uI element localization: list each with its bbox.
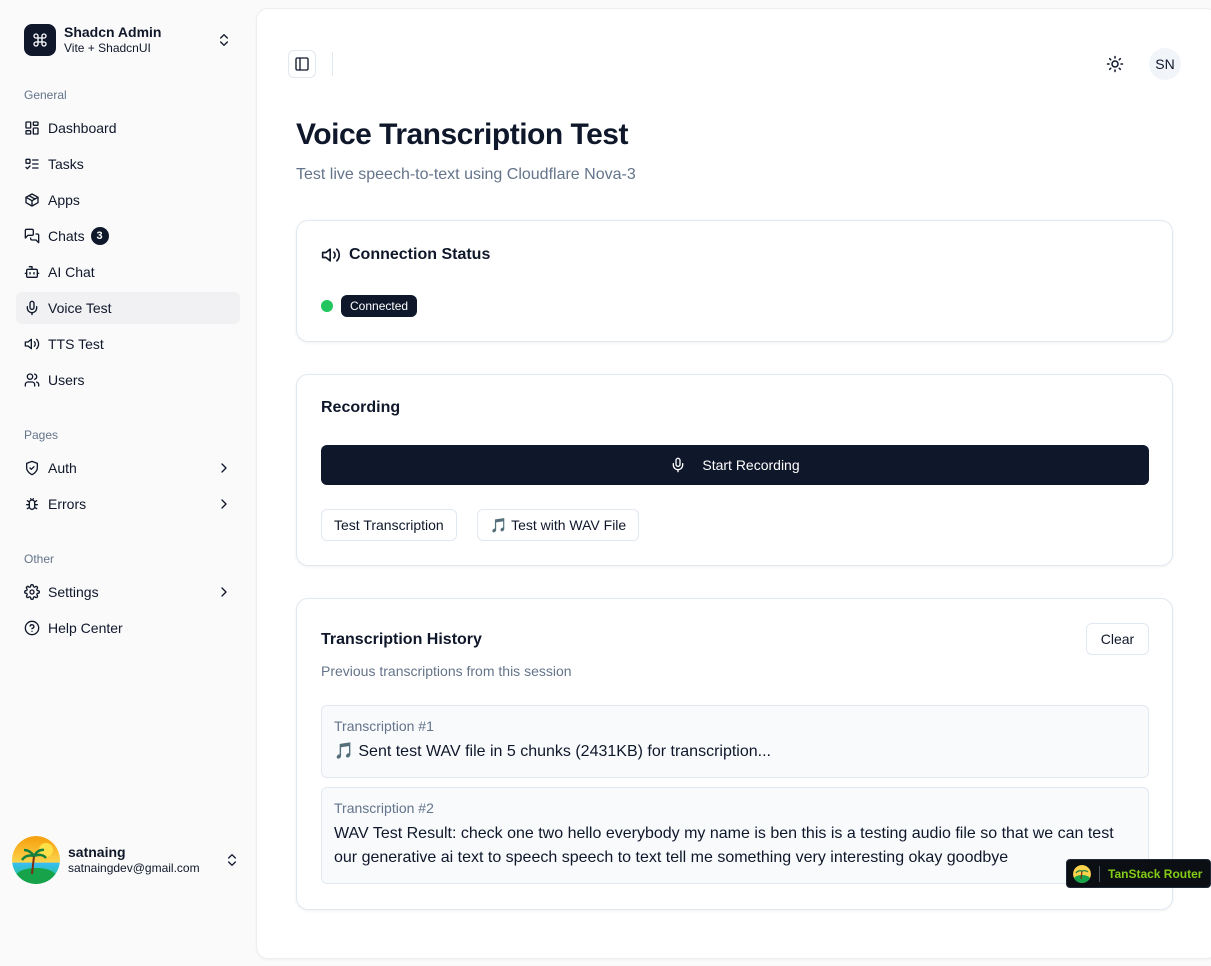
connection-status-card: Connection Status Connected — [296, 220, 1173, 342]
transcription-label: Transcription #2 — [334, 800, 434, 816]
sidebar-item-voice-test[interactable]: Voice Test — [16, 292, 240, 324]
sidebar-item-chats[interactable]: Chats 3 — [16, 220, 240, 252]
devtools-separator — [1099, 865, 1100, 882]
tanstack-router-devtools-button[interactable]: TanStack Router — [1066, 859, 1211, 888]
status-badge: Connected — [341, 295, 418, 317]
sidebar-item-users[interactable]: Users — [16, 364, 240, 396]
history-description: Previous transcriptions from this sessio… — [321, 663, 572, 679]
sun-icon — [1106, 55, 1124, 73]
chevron-right-icon — [216, 496, 232, 512]
sidebar-item-apps[interactable]: Apps — [16, 184, 240, 216]
sidebar-item-label: Auth — [48, 460, 77, 476]
chevrons-up-down-icon — [216, 32, 232, 48]
sidebar-item-tts-test[interactable]: TTS Test — [16, 328, 240, 360]
clear-history-button[interactable]: Clear — [1086, 623, 1149, 655]
sidebar-item-errors[interactable]: Errors — [16, 488, 240, 520]
team-name: Shadcn Admin — [64, 24, 162, 41]
user-email: satnaingdev@gmail.com — [68, 861, 200, 876]
team-subtitle: Vite + ShadcnUI — [64, 41, 151, 56]
shield-check-icon — [24, 460, 40, 476]
sidebar-item-label: Voice Test — [48, 300, 112, 316]
transcription-label: Transcription #1 — [334, 718, 434, 734]
chevron-right-icon — [216, 460, 232, 476]
sidebar-item-dashboard[interactable]: Dashboard — [16, 112, 240, 144]
sidebar-toggle-button[interactable] — [288, 50, 316, 78]
sidebar-item-label: Help Center — [48, 620, 123, 636]
recording-title: Recording — [321, 399, 401, 416]
sidebar-item-label: Dashboard — [48, 120, 117, 136]
start-recording-button[interactable]: Start Recording — [321, 445, 1149, 485]
help-circle-icon — [24, 620, 40, 636]
transcription-text: WAV Test Result: check one two hello eve… — [334, 825, 1114, 866]
group-label-pages: Pages — [24, 428, 59, 442]
sidebar-item-label: Chats — [48, 228, 85, 244]
sidebar: Shadcn Admin Vite + ShadcnUI General Das… — [0, 0, 256, 966]
sidebar-item-label: Apps — [48, 192, 80, 208]
layout-dashboard-icon — [24, 120, 40, 136]
avatar — [12, 836, 60, 884]
start-recording-label: Start Recording — [702, 457, 800, 473]
history-title: Transcription History — [321, 631, 482, 648]
panel-left-icon — [294, 56, 310, 72]
list-item: Transcription #1 🎵 Sent test WAV file in… — [321, 705, 1149, 778]
chats-count-badge: 3 — [90, 227, 109, 245]
header-separator — [332, 52, 333, 76]
package-icon — [24, 192, 40, 208]
tanstack-logo-icon — [1073, 864, 1091, 883]
sidebar-item-label: Settings — [48, 584, 99, 600]
list-item: Transcription #2 WAV Test Result: check … — [321, 787, 1149, 884]
sidebar-item-label: Errors — [48, 496, 87, 512]
connection-status-title-row: Connection Status — [321, 245, 490, 265]
bot-icon — [24, 264, 40, 280]
status-indicator-dot — [321, 300, 333, 312]
transcription-text: 🎵 Sent test WAV file in 5 chunks (2431KB… — [334, 743, 771, 760]
sidebar-item-ai-chat[interactable]: AI Chat — [16, 256, 240, 288]
transcription-history-card: Transcription History Clear Previous tra… — [296, 598, 1173, 910]
connection-status-title: Connection Status — [349, 246, 491, 263]
sidebar-item-settings[interactable]: Settings — [16, 576, 240, 608]
mic-icon — [24, 300, 40, 316]
mic-icon — [670, 457, 686, 473]
test-wav-file-button[interactable]: 🎵 Test with WAV File — [477, 509, 640, 541]
sidebar-item-help-center[interactable]: Help Center — [16, 612, 240, 644]
sidebar-item-label: AI Chat — [48, 264, 95, 280]
theme-toggle-button[interactable] — [1099, 48, 1131, 80]
user-name: satnaing — [68, 843, 126, 860]
list-todo-icon — [24, 156, 40, 172]
sidebar-item-tasks[interactable]: Tasks — [16, 148, 240, 180]
sidebar-item-label: TTS Test — [48, 336, 104, 352]
group-label-other: Other — [24, 552, 55, 566]
command-icon — [24, 24, 56, 56]
chevron-right-icon — [216, 584, 232, 600]
sidebar-item-label: Tasks — [48, 156, 84, 172]
users-icon — [24, 372, 40, 388]
team-switcher[interactable]: Shadcn Admin Vite + ShadcnUI — [16, 16, 240, 64]
settings-icon — [24, 584, 40, 600]
sidebar-item-label: Users — [48, 372, 85, 388]
page-subtitle: Test live speech-to-text using Cloudflar… — [296, 166, 636, 183]
page-title: Voice Transcription Test — [296, 118, 628, 151]
sidebar-item-auth[interactable]: Auth — [16, 452, 240, 484]
group-label-general: General — [24, 88, 67, 102]
devtools-label: TanStack Router — [1108, 866, 1203, 881]
recording-card: Recording Start Recording Test Transcrip… — [296, 374, 1173, 566]
messages-icon — [24, 228, 40, 244]
profile-avatar-button[interactable]: SN — [1149, 48, 1181, 80]
bug-icon — [24, 496, 40, 512]
user-menu[interactable]: satnaing satnaingdev@gmail.com — [8, 832, 248, 888]
volume-icon — [321, 245, 341, 265]
test-transcription-button[interactable]: Test Transcription — [321, 509, 457, 541]
chevrons-up-down-icon — [224, 852, 240, 868]
volume-icon — [24, 336, 40, 352]
